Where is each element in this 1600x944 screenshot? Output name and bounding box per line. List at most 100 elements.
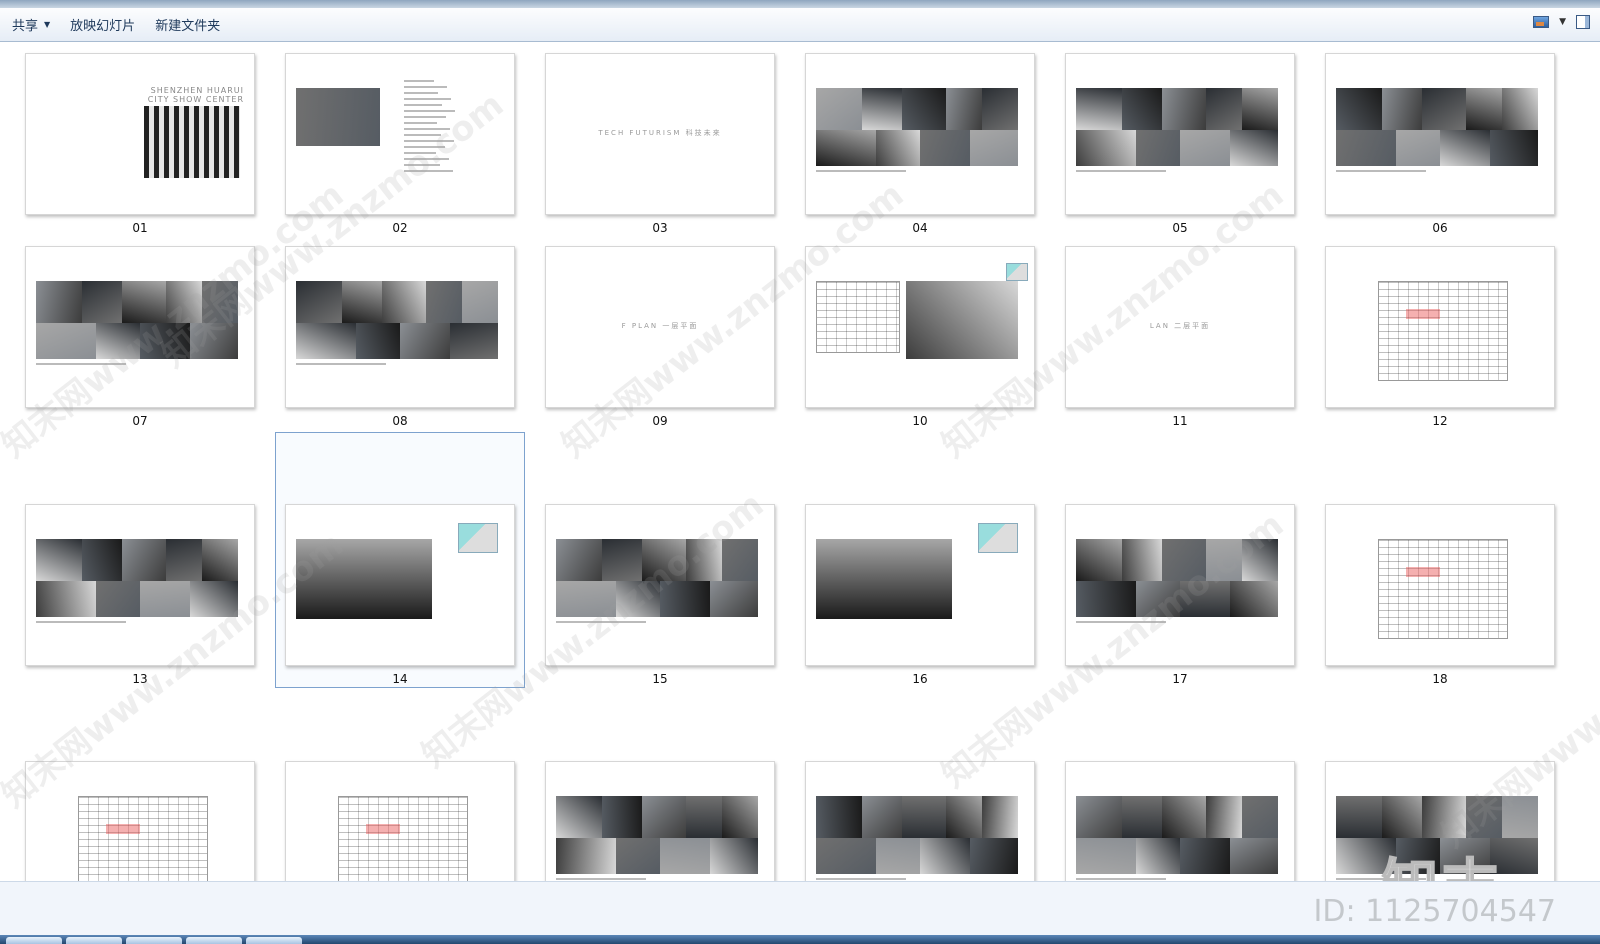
photo-thumbnail	[296, 323, 356, 359]
slide-filename[interactable]: 10	[805, 414, 1035, 428]
slide-thumbnail[interactable]	[805, 761, 1035, 881]
key-plan-icon	[978, 523, 1018, 553]
slide-thumbnail[interactable]: F PLAN 一层平面	[545, 246, 775, 408]
slide-filename[interactable]: 17	[1065, 672, 1295, 686]
chevron-down-icon: ▼	[44, 20, 51, 29]
slide-thumbnail[interactable]	[805, 53, 1035, 215]
slide-thumbnail[interactable]	[805, 246, 1035, 408]
slide-thumbnail[interactable]	[285, 246, 515, 408]
contents-line	[404, 134, 441, 136]
slide-thumbnail[interactable]	[25, 246, 255, 408]
window-top-edge	[0, 0, 1600, 8]
photo-thumbnail	[1466, 796, 1502, 838]
slide-filename[interactable]: 13	[25, 672, 255, 686]
slide-thumbnail[interactable]	[805, 504, 1035, 666]
slide-filename[interactable]: 04	[805, 221, 1035, 235]
slide-thumbnail[interactable]	[285, 53, 515, 215]
taskbar-button[interactable]	[66, 937, 122, 944]
slide-thumbnail[interactable]	[25, 761, 255, 881]
photo-thumbnail	[556, 796, 602, 838]
floor-plan-drawing	[78, 796, 208, 881]
slide-thumbnail[interactable]: SHENZHEN HUARUI CITY SHOW CENTER	[25, 53, 255, 215]
photo-thumbnail	[722, 539, 758, 581]
slideshow-button[interactable]: 放映幻灯片	[60, 13, 145, 37]
taskbar-button[interactable]	[246, 937, 302, 944]
view-icon[interactable]	[1533, 16, 1550, 28]
slide-filename[interactable]: 15	[545, 672, 775, 686]
contents-line	[404, 152, 436, 154]
plan-highlight	[1406, 309, 1440, 319]
contents-line	[404, 116, 446, 118]
taskbar-button[interactable]	[186, 937, 242, 944]
view-controls: ▼	[1533, 15, 1590, 29]
slide-filename[interactable]: 08	[285, 414, 515, 428]
taskbar-button[interactable]	[6, 937, 62, 944]
photo-thumbnail	[1230, 838, 1278, 874]
slide-thumbnail[interactable]	[545, 504, 775, 666]
photo-thumbnail	[982, 796, 1018, 838]
photo-thumbnail	[1076, 130, 1136, 166]
slide-filename[interactable]: 05	[1065, 221, 1295, 235]
floor-plan-drawing	[1378, 281, 1508, 381]
slide-filename[interactable]: 18	[1325, 672, 1555, 686]
explorer-window: 共享 ▼ 放映幻灯片 新建文件夹 ▼ SHENZHEN HUARUI CITY …	[0, 0, 1600, 944]
photo-thumbnail	[1076, 539, 1122, 581]
photo-thumbnail	[1076, 88, 1122, 130]
slide-thumbnail[interactable]	[285, 504, 515, 666]
slide-filename[interactable]: 03	[545, 221, 775, 235]
caption-line	[296, 363, 386, 365]
new-folder-button[interactable]: 新建文件夹	[145, 13, 230, 37]
slide-thumbnail[interactable]: TECH FUTURISM 科技未来	[545, 53, 775, 215]
chevron-down-icon[interactable]: ▼	[1559, 17, 1566, 27]
key-plan-icon	[1006, 263, 1028, 281]
photo-thumbnail	[982, 88, 1018, 130]
photo-thumbnail	[1206, 88, 1242, 130]
photo-thumbnail	[462, 281, 498, 323]
slide-thumbnail[interactable]	[1325, 53, 1555, 215]
slide-filename[interactable]: 01	[25, 221, 255, 235]
slide-thumbnail[interactable]	[1065, 504, 1295, 666]
share-button[interactable]: 共享 ▼	[2, 13, 60, 37]
photo-thumbnail	[122, 281, 166, 323]
photo-thumbnail	[660, 838, 710, 874]
slide-filename[interactable]: 06	[1325, 221, 1555, 235]
slide-thumbnail[interactable]	[1065, 53, 1295, 215]
photo-thumbnail	[1122, 88, 1162, 130]
slide-thumbnail[interactable]: LAN 二层平面	[1065, 246, 1295, 408]
photo-thumbnail	[1242, 539, 1278, 581]
share-label: 共享	[12, 19, 39, 34]
slide-filename[interactable]: 11	[1065, 414, 1295, 428]
photo-thumbnail	[862, 796, 902, 838]
section-title: LAN 二层平面	[1149, 322, 1211, 330]
slide-filename[interactable]: 09	[545, 414, 775, 428]
slide-filename[interactable]: 12	[1325, 414, 1555, 428]
slide-filename[interactable]: 07	[25, 414, 255, 428]
slide-thumbnail[interactable]	[285, 761, 515, 881]
contents-line	[404, 86, 447, 88]
caption-line	[1076, 170, 1166, 172]
contents-line	[404, 110, 455, 112]
photo-thumbnail	[710, 581, 758, 617]
slide-filename[interactable]: 16	[805, 672, 1035, 686]
slide-thumbnail[interactable]	[1325, 504, 1555, 666]
photo-thumbnail	[1490, 130, 1538, 166]
caption-line	[36, 363, 126, 365]
photo-thumbnail	[1502, 88, 1538, 130]
photo-thumbnail	[1076, 581, 1136, 617]
photo-thumbnail	[1122, 796, 1162, 838]
caption-line	[1076, 878, 1166, 880]
slide-thumbnail[interactable]	[1325, 246, 1555, 408]
slide-filename[interactable]: 02	[285, 221, 515, 235]
photo-thumbnail	[816, 796, 862, 838]
slide-filename[interactable]: 14	[285, 672, 515, 686]
photo-thumbnail	[642, 796, 686, 838]
photo-thumbnail	[1136, 838, 1180, 874]
photo-thumbnail	[686, 796, 722, 838]
photo-thumbnail	[426, 281, 462, 323]
slide-thumbnail[interactable]	[545, 761, 775, 881]
slide-thumbnail[interactable]	[25, 504, 255, 666]
photo-thumbnail	[202, 539, 238, 581]
taskbar-button[interactable]	[126, 937, 182, 944]
slide-thumbnail[interactable]	[1065, 761, 1295, 881]
preview-pane-icon[interactable]	[1576, 15, 1590, 29]
